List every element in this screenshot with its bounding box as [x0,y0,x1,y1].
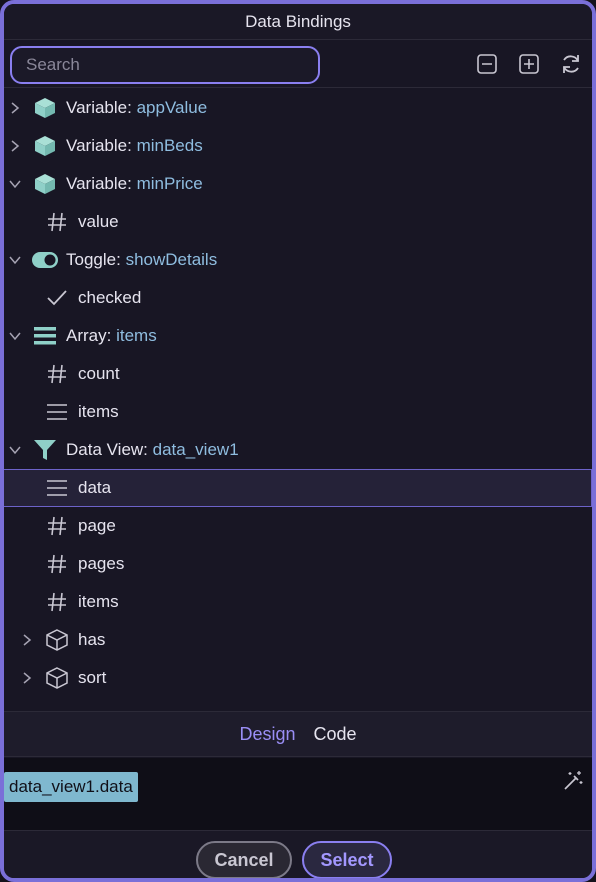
binding-kind: Data View: [66,440,148,459]
checkmark-icon [44,285,70,311]
chevron-right-icon[interactable] [8,101,22,115]
editor-mode-tabs: Design Code [4,711,592,757]
cube-filled-icon [32,95,58,121]
tree-item-pages[interactable]: pages [4,545,592,583]
dialog-title: Data Bindings [4,4,592,40]
expand-all-icon[interactable] [517,52,541,76]
tree-item-minprice[interactable]: Variable: minPrice [4,165,592,203]
list-icon [44,399,70,425]
list-icon [32,323,58,349]
cube-filled-icon [32,171,58,197]
tab-design[interactable]: Design [239,724,295,745]
chevron-right-icon[interactable] [20,671,34,685]
tree-item-items[interactable]: items [4,393,592,431]
tree-item-label: items [78,592,119,611]
binding-name: appValue [136,98,208,117]
expression-value[interactable]: data_view1.data [4,772,138,802]
chevron-down-icon[interactable] [8,177,22,191]
tree-item-sort[interactable]: sort [4,659,592,697]
binding-name: minBeds [136,136,203,155]
tree-item-page[interactable]: page [4,507,592,545]
binding-kind: Variable: [66,98,132,117]
tree-item-items-count[interactable]: items [4,583,592,621]
cube-outline-icon [44,665,70,691]
tree-item-label: pages [78,554,125,573]
tree-item-checked[interactable]: checked [4,279,592,317]
hash-icon [44,589,70,615]
tree-item-showdetails[interactable]: Toggle: showDetails [4,241,592,279]
cube-outline-icon [44,627,70,653]
tree-item-array-items[interactable]: Array: items [4,317,592,355]
tree-item-label: value [78,212,119,231]
refresh-icon[interactable] [559,52,583,76]
tree-toolbar [4,40,592,88]
tree-item-value[interactable]: value [4,203,592,241]
tree-item-minbeds[interactable]: Variable: minBeds [4,127,592,165]
magic-wand-icon[interactable] [562,770,584,792]
dialog-footer: Cancel Select [4,830,592,878]
binding-kind: Toggle: [66,250,121,269]
expression-editor[interactable]: data_view1.data [4,758,592,830]
chevron-right-icon[interactable] [8,139,22,153]
select-button[interactable]: Select [302,841,392,878]
tree-item-label: checked [78,288,142,307]
chevron-down-icon[interactable] [8,329,22,343]
bindings-tree: Variable: appValue Variable: minBeds Var… [4,89,592,709]
tree-item-label: data [78,478,112,497]
toggle-icon [32,247,58,273]
cancel-button[interactable]: Cancel [196,841,292,878]
tree-item-data-view[interactable]: Data View: data_view1 [4,431,592,469]
tree-item-label: items [78,402,119,421]
binding-name: showDetails [125,250,218,269]
tab-code[interactable]: Code [314,724,357,745]
binding-kind: Variable: [66,174,132,193]
tree-item-label: has [78,630,106,649]
tree-item-has[interactable]: has [4,621,592,659]
cube-filled-icon [32,133,58,159]
chevron-right-icon[interactable] [20,633,34,647]
tree-item-count[interactable]: count [4,355,592,393]
chevron-down-icon[interactable] [8,253,22,267]
tree-item-label: page [78,516,116,535]
chevron-down-icon[interactable] [8,443,22,457]
collapse-all-icon[interactable] [475,52,499,76]
binding-name: items [116,326,157,345]
tree-item-data[interactable]: data [4,469,592,507]
tree-item-appvalue[interactable]: Variable: appValue [4,89,592,127]
data-bindings-dialog: Data Bindings Variable: appValue Variabl… [0,0,596,882]
hash-icon [44,551,70,577]
search-input[interactable] [10,46,320,84]
binding-kind: Variable: [66,136,132,155]
hash-icon [44,361,70,387]
hash-icon [44,209,70,235]
binding-name: data_view1 [152,440,239,459]
tree-item-label: count [78,364,120,383]
filter-icon [32,437,58,463]
hash-icon [44,513,70,539]
binding-kind: Array: [66,326,112,345]
list-icon [44,475,70,501]
binding-name: minPrice [136,174,203,193]
tree-item-label: sort [78,668,107,687]
